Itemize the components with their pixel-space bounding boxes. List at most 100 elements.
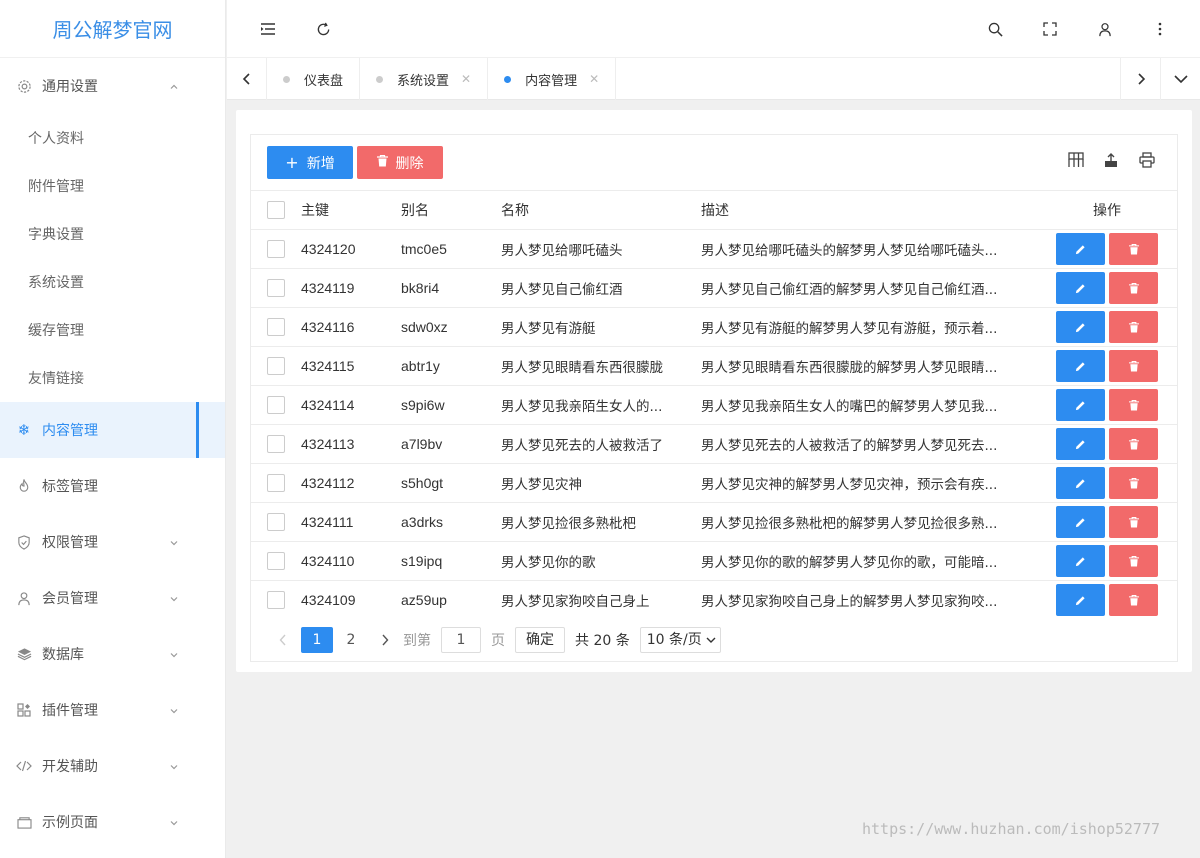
app-logo-title[interactable]: 周公解梦官网 [0,0,225,58]
menu-general-settings[interactable]: 通用设置 [0,58,225,114]
menu-plugin-management-label: 插件管理 [42,703,98,719]
goto-confirm-button[interactable]: 确定 [515,627,565,653]
menu-content-management-label: 内容管理 [42,423,98,439]
page-number-button[interactable]: 1 [301,627,333,653]
row-checkbox[interactable] [267,240,285,258]
tabs-menu-button[interactable] [1160,58,1200,100]
row-checkbox[interactable] [267,591,285,610]
delete-row-button[interactable] [1109,584,1158,617]
page-size-select[interactable]: 10 条/页 [639,627,721,653]
row-checkbox[interactable] [267,279,285,297]
tab-content-management[interactable]: 内容管理 ✕ [488,58,617,100]
close-icon[interactable]: ✕ [589,72,599,86]
table-row: 4324120 tmc0e5 男人梦见给哪吒磕头 男人梦见给哪吒磕头的解梦男人梦… [251,229,1177,269]
edit-row-button[interactable] [1056,233,1105,265]
header-desc[interactable]: 描述 [701,190,1037,230]
chevron-down-icon [169,704,179,720]
cell-desc: 男人梦见灾神的解梦男人梦见灾神，预示会有疾... [701,463,1037,503]
select-all-checkbox[interactable] [267,201,285,219]
header-id[interactable]: 主键 [301,190,401,230]
goto-page-input[interactable]: 1 [441,627,481,653]
tab-dashboard[interactable]: 仪表盘 [267,58,361,100]
edit-row-button[interactable] [1056,467,1105,499]
delete-row-button[interactable] [1109,506,1158,538]
edit-row-button[interactable] [1056,311,1105,343]
chevron-down-icon [169,816,179,832]
menu-member-management[interactable]: 会员管理 [0,570,225,626]
chevron-down-icon [169,536,179,552]
menu-tag-management[interactable]: 标签管理 [0,458,225,514]
edit-row-button[interactable] [1056,272,1105,304]
delete-row-button[interactable] [1109,545,1158,577]
fullscreen-icon[interactable] [1040,19,1060,39]
delete-row-button[interactable] [1109,350,1158,382]
pencil-icon [1075,596,1085,605]
tab-status-dot [504,75,512,83]
cell-id: 4324111 [301,502,401,542]
sidebar-item-attachments[interactable]: 附件管理 [0,162,225,210]
sidebar: 周公解梦官网 通用设置 个人资料 附件管理 字典设置 系统设置 缓存管理 友情链… [0,0,226,858]
delete-row-button[interactable] [1109,311,1158,343]
cell-desc: 男人梦见家狗咬自己身上的解梦男人梦见家狗咬... [701,580,1037,620]
sidebar-item-dictionary[interactable]: 字典设置 [0,210,225,258]
edit-row-button[interactable] [1056,506,1105,538]
menu-permission-management[interactable]: 权限管理 [0,514,225,570]
header-ops: 操作 [1037,190,1177,230]
sidebar-item-cache[interactable]: 缓存管理 [0,306,225,354]
tab-label: 内容管理 [525,73,578,89]
cell-id: 4324116 [301,307,401,347]
menu-content-management[interactable]: ❄ 内容管理 [0,402,225,458]
row-checkbox[interactable] [267,318,285,336]
edit-row-button[interactable] [1056,428,1105,460]
export-icon[interactable] [1103,152,1121,170]
cell-name: 男人梦见自己偷红酒 [501,268,701,308]
user-profile-icon[interactable] [1095,19,1115,39]
next-page-button[interactable] [369,627,401,653]
row-checkbox[interactable] [267,474,285,492]
header-name[interactable]: 名称 [501,190,701,230]
delete-row-button[interactable] [1109,428,1158,460]
cell-desc: 男人梦见你的歌的解梦男人梦见你的歌，可能暗... [701,541,1037,581]
row-checkbox[interactable] [267,435,285,453]
menu-database[interactable]: 数据库 [0,626,225,682]
row-checkbox[interactable] [267,513,285,531]
print-icon[interactable] [1139,152,1157,170]
columns-icon[interactable] [1068,152,1086,170]
row-checkbox[interactable] [267,396,285,414]
delete-button[interactable]: 删除 [357,146,443,179]
delete-row-button[interactable] [1109,389,1158,421]
menu-plugin-management[interactable]: 插件管理 [0,682,225,738]
edit-row-button[interactable] [1056,389,1105,421]
cell-alias: s5h0gt [401,463,501,503]
row-checkbox[interactable] [267,552,285,570]
pencil-icon [1075,244,1085,254]
row-checkbox[interactable] [267,357,285,375]
refresh-icon[interactable] [313,19,333,39]
menu-database-label: 数据库 [42,647,84,663]
page-number-button[interactable]: 2 [335,627,367,653]
collapse-menu-icon[interactable] [258,19,278,39]
delete-row-button[interactable] [1109,272,1158,304]
edit-row-button[interactable] [1056,350,1105,382]
delete-row-button[interactable] [1109,467,1158,499]
prev-page-button[interactable] [267,627,299,653]
sidebar-item-system-settings[interactable]: 系统设置 [0,258,225,306]
delete-row-button[interactable] [1109,233,1158,265]
header-alias[interactable]: 别名 [401,190,501,230]
menu-example-pages[interactable]: 示例页面 [0,794,225,850]
trash-icon [1128,243,1139,254]
edit-row-button[interactable] [1056,584,1105,617]
edit-row-button[interactable] [1056,545,1105,577]
close-icon[interactable]: ✕ [461,72,471,86]
search-icon[interactable] [985,19,1005,39]
add-button[interactable]: + 新增 [267,146,353,179]
tabs-scroll-right-button[interactable] [1120,58,1160,100]
sidebar-item-profile[interactable]: 个人资料 [0,114,225,162]
sidebar-item-links[interactable]: 友情链接 [0,354,225,402]
folder-icon [16,814,32,830]
table-row: 4324109 az59up 男人梦见家狗咬自己身上 男人梦见家狗咬自己身上的解… [251,580,1177,620]
more-vertical-icon[interactable] [1150,19,1170,39]
tabs-scroll-left-button[interactable] [227,58,267,100]
menu-dev-tools[interactable]: 开发辅助 [0,738,225,794]
tab-system-settings[interactable]: 系统设置 ✕ [360,58,489,100]
